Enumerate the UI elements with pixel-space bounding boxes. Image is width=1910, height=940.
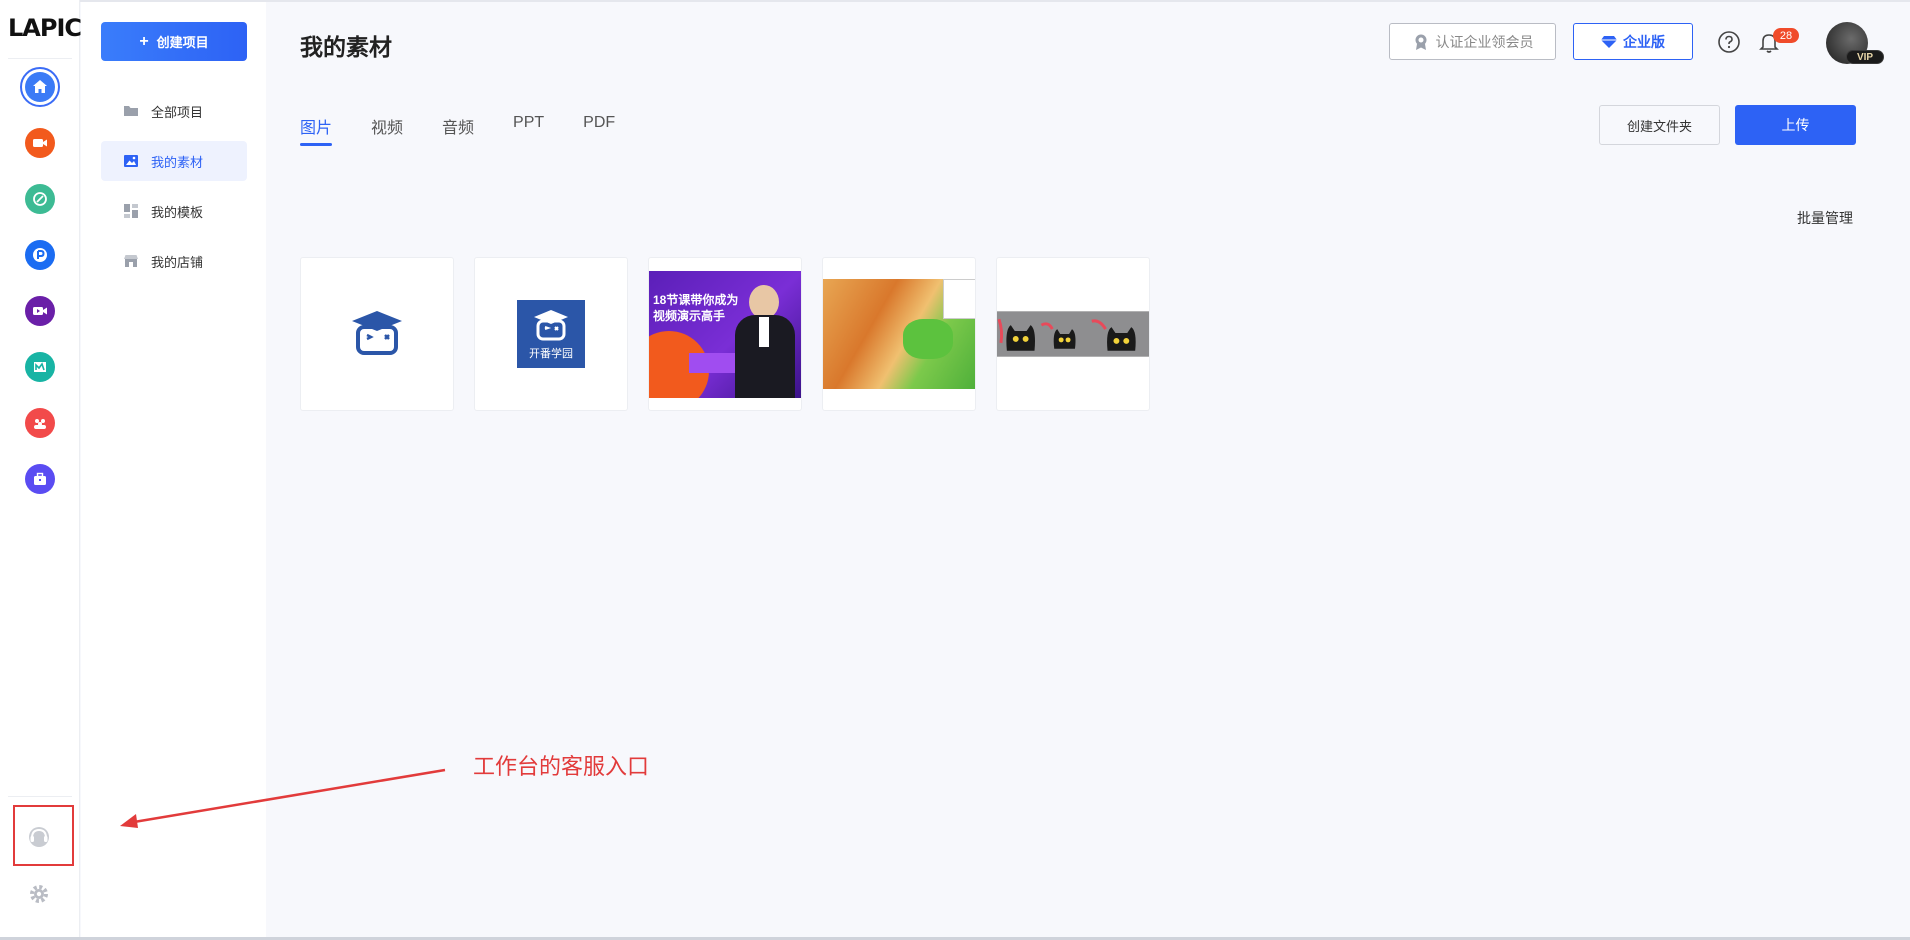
- rail-home[interactable]: [20, 67, 60, 107]
- certify-enterprise-label: 认证企业领会员: [1435, 33, 1534, 50]
- sidebar-item-label: 我的模板: [151, 204, 204, 220]
- rail-video-record[interactable]: [20, 123, 60, 163]
- material-thumbnail[interactable]: [996, 257, 1150, 411]
- map-inset: [943, 279, 975, 319]
- toolbox-icon: [25, 464, 55, 494]
- create-project-button[interactable]: + 创建项目: [101, 22, 247, 61]
- home-icon: [25, 72, 55, 102]
- media-type-tabs: 图片 视频 音频 PPT PDF: [300, 114, 615, 146]
- sidebar-item-my-templates[interactable]: 我的模板: [101, 191, 247, 231]
- annotation-arrow-icon: [120, 768, 446, 828]
- tab-pdf[interactable]: PDF: [583, 114, 615, 144]
- banner-shape: [689, 352, 739, 373]
- leaf-icon: [25, 184, 55, 214]
- logo[interactable]: LAPIC: [8, 14, 82, 44]
- headset-icon[interactable]: [25, 823, 53, 851]
- tab-images[interactable]: 图片: [300, 114, 333, 146]
- page-title: 我的素材: [300, 34, 392, 60]
- p-letter-icon: [25, 240, 55, 270]
- material-thumbnail[interactable]: 开番学园: [474, 257, 628, 411]
- sidebar-item-my-store[interactable]: 我的店铺: [101, 241, 247, 281]
- rail-people[interactable]: [20, 403, 60, 443]
- sidebar-item-label: 我的素材: [151, 154, 204, 170]
- tab-ppt[interactable]: PPT: [513, 114, 544, 144]
- mascot-logo-image: [338, 303, 416, 365]
- black-cats-image: [997, 311, 1149, 357]
- enterprise-label: 企业版: [1623, 33, 1665, 50]
- batch-manage-link[interactable]: 批量管理: [1797, 208, 1853, 228]
- rail-video-play[interactable]: [20, 291, 60, 331]
- image-icon: [124, 155, 138, 167]
- create-project-label: 创建项目: [156, 35, 209, 50]
- upload-button[interactable]: 上传: [1735, 105, 1856, 145]
- certify-enterprise-button[interactable]: 认证企业领会员: [1389, 23, 1556, 60]
- notification-badge: 28: [1773, 28, 1799, 43]
- help-icon[interactable]: [1717, 30, 1741, 54]
- video-camera-icon: [25, 128, 55, 158]
- kaifan-caption: 开番学园: [529, 348, 573, 360]
- tab-video[interactable]: 视频: [371, 114, 403, 144]
- icon-rail: LAPIC: [0, 0, 82, 937]
- chart-icon: [25, 352, 55, 382]
- gear-icon[interactable]: [28, 883, 50, 905]
- mascot-logo-icon: [534, 310, 568, 341]
- material-thumbnail[interactable]: [822, 257, 976, 411]
- plus-icon: +: [139, 32, 149, 50]
- store-icon: [124, 255, 138, 267]
- banner-text-2: 视频演示高手: [653, 308, 726, 323]
- presenter-shirt: [759, 316, 769, 347]
- rail-divider: [8, 58, 72, 59]
- video-play-icon: [25, 296, 55, 326]
- rail-toolbox[interactable]: [20, 459, 60, 499]
- badge-icon: [1415, 34, 1426, 50]
- sidebar-item-label: 全部项目: [151, 104, 204, 120]
- template-icon: [124, 204, 138, 218]
- folder-icon: [124, 106, 138, 116]
- top-border: [0, 0, 1910, 2]
- enterprise-button[interactable]: 企业版: [1573, 23, 1693, 60]
- diamond-icon: [1601, 35, 1617, 48]
- rail-chart[interactable]: [20, 347, 60, 387]
- banner-text-1: 18节课带你成为: [653, 292, 739, 307]
- sidebar-item-my-materials[interactable]: 我的素材: [101, 141, 247, 181]
- material-thumbnail[interactable]: [300, 257, 454, 411]
- sidebar-item-all-projects[interactable]: 全部项目: [101, 91, 247, 131]
- rail-p[interactable]: [20, 235, 60, 275]
- kaifan-logo-image: 开番学园: [517, 300, 585, 368]
- annotation-text: 工作台的客服入口: [473, 754, 650, 779]
- tab-audio[interactable]: 音频: [442, 114, 474, 144]
- map-region: [903, 319, 953, 359]
- presenter-face: [749, 284, 779, 319]
- terrain-map-image: [823, 279, 975, 389]
- rail-bottom-divider: [8, 796, 72, 797]
- course-banner-image: 18节课带你成为 视频演示高手: [649, 270, 801, 398]
- people-icon: [25, 408, 55, 438]
- rail-leaf[interactable]: [20, 179, 60, 219]
- material-thumbnail[interactable]: 18节课带你成为 视频演示高手: [648, 257, 802, 411]
- vip-badge: VIP: [1846, 50, 1884, 64]
- create-folder-button[interactable]: 创建文件夹: [1599, 105, 1720, 145]
- sidebar-item-label: 我的店铺: [151, 254, 204, 270]
